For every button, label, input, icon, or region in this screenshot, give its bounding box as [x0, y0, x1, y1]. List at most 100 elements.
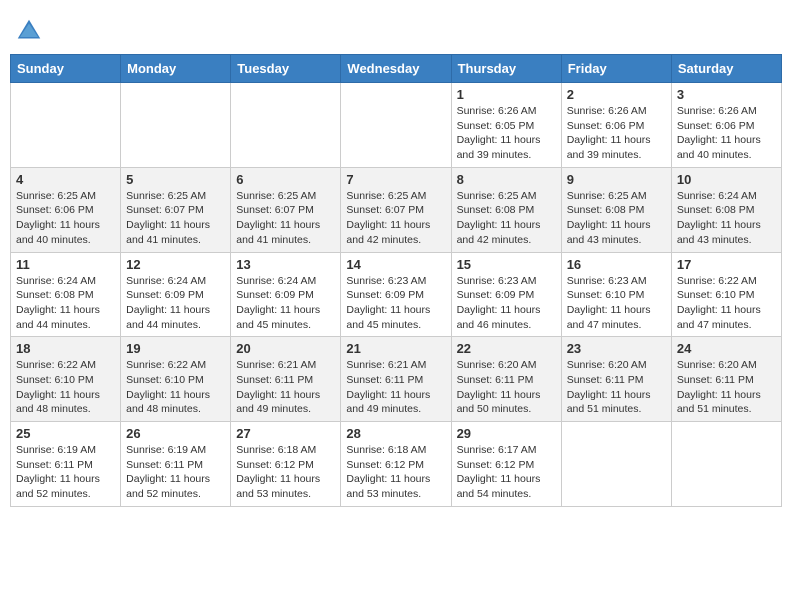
weekday-header-thursday: Thursday — [451, 55, 561, 83]
calendar-cell: 3 Sunrise: 6:26 AM Sunset: 6:06 PM Daylig… — [671, 83, 781, 168]
day-number: 11 — [16, 257, 115, 272]
weekday-header-friday: Friday — [561, 55, 671, 83]
calendar-cell — [671, 422, 781, 507]
day-number: 1 — [457, 87, 556, 102]
day-info: Sunrise: 6:18 AM Sunset: 6:12 PM Dayligh… — [346, 443, 445, 502]
weekday-header-row: SundayMondayTuesdayWednesdayThursdayFrid… — [11, 55, 782, 83]
day-info: Sunrise: 6:25 AM Sunset: 6:08 PM Dayligh… — [567, 189, 666, 248]
calendar-cell: 7 Sunrise: 6:25 AM Sunset: 6:07 PM Daylig… — [341, 167, 451, 252]
day-info: Sunrise: 6:22 AM Sunset: 6:10 PM Dayligh… — [16, 358, 115, 417]
calendar-cell: 27Sunrise: 6:18 AM Sunset: 6:12 PM Dayli… — [231, 422, 341, 507]
day-number: 14 — [346, 257, 445, 272]
weekday-header-tuesday: Tuesday — [231, 55, 341, 83]
calendar-cell: 5 Sunrise: 6:25 AM Sunset: 6:07 PM Daylig… — [121, 167, 231, 252]
day-info: Sunrise: 6:25 AM Sunset: 6:06 PM Dayligh… — [16, 189, 115, 248]
day-number: 12 — [126, 257, 225, 272]
calendar-cell: 25 Sunrise: 6:19 AM Sunset: 6:11 PM Dayli… — [11, 422, 121, 507]
day-number: 29 — [457, 426, 556, 441]
day-info: Sunrise: 6:19 AM Sunset: 6:11 PM Dayligh… — [16, 443, 115, 502]
day-number: 17 — [677, 257, 776, 272]
day-number: 2 — [567, 87, 666, 102]
calendar-cell: 14 Sunrise: 6:23 AM Sunset: 6:09 PM Dayli… — [341, 252, 451, 337]
logo — [14, 10, 48, 46]
calendar-cell: 21 Sunrise: 6:21 AM Sunset: 6:11 PM Dayli… — [341, 337, 451, 422]
calendar-cell: 13Sunrise: 6:24 AM Sunset: 6:09 PM Dayli… — [231, 252, 341, 337]
week-row-1: 1 Sunrise: 6:26 AM Sunset: 6:05 PM Daylig… — [11, 83, 782, 168]
day-info: Sunrise: 6:22 AM Sunset: 6:10 PM Dayligh… — [126, 358, 225, 417]
calendar-cell: 15 Sunrise: 6:23 AM Sunset: 6:09 PM Dayli… — [451, 252, 561, 337]
day-info: Sunrise: 6:23 AM Sunset: 6:10 PM Dayligh… — [567, 274, 666, 333]
calendar-cell: 17 Sunrise: 6:22 AM Sunset: 6:10 PM Dayli… — [671, 252, 781, 337]
calendar-cell: 1 Sunrise: 6:26 AM Sunset: 6:05 PM Daylig… — [451, 83, 561, 168]
day-info: Sunrise: 6:26 AM Sunset: 6:06 PM Dayligh… — [567, 104, 666, 163]
weekday-header-wednesday: Wednesday — [341, 55, 451, 83]
weekday-header-sunday: Sunday — [11, 55, 121, 83]
day-number: 7 — [346, 172, 445, 187]
day-info: Sunrise: 6:20 AM Sunset: 6:11 PM Dayligh… — [677, 358, 776, 417]
day-info: Sunrise: 6:24 AM Sunset: 6:08 PM Dayligh… — [677, 189, 776, 248]
page-header — [10, 10, 782, 46]
day-info: Sunrise: 6:23 AM Sunset: 6:09 PM Dayligh… — [457, 274, 556, 333]
calendar-cell — [341, 83, 451, 168]
day-info: Sunrise: 6:23 AM Sunset: 6:09 PM Dayligh… — [346, 274, 445, 333]
day-number: 6 — [236, 172, 335, 187]
day-info: Sunrise: 6:26 AM Sunset: 6:05 PM Dayligh… — [457, 104, 556, 163]
day-info: Sunrise: 6:20 AM Sunset: 6:11 PM Dayligh… — [567, 358, 666, 417]
calendar-cell: 4 Sunrise: 6:25 AM Sunset: 6:06 PM Daylig… — [11, 167, 121, 252]
day-info: Sunrise: 6:25 AM Sunset: 6:07 PM Dayligh… — [126, 189, 225, 248]
day-number: 3 — [677, 87, 776, 102]
day-info: Sunrise: 6:24 AM Sunset: 6:08 PM Dayligh… — [16, 274, 115, 333]
day-number: 16 — [567, 257, 666, 272]
calendar-cell — [561, 422, 671, 507]
calendar-cell: 23 Sunrise: 6:20 AM Sunset: 6:11 PM Dayli… — [561, 337, 671, 422]
day-info: Sunrise: 6:22 AM Sunset: 6:10 PM Dayligh… — [677, 274, 776, 333]
calendar-cell: 9 Sunrise: 6:25 AM Sunset: 6:08 PM Daylig… — [561, 167, 671, 252]
calendar-cell — [11, 83, 121, 168]
logo-icon — [14, 16, 44, 46]
day-number: 18 — [16, 341, 115, 356]
day-info: Sunrise: 6:18 AM Sunset: 6:12 PM Dayligh… — [236, 443, 335, 502]
day-number: 26 — [126, 426, 225, 441]
day-info: Sunrise: 6:17 AM Sunset: 6:12 PM Dayligh… — [457, 443, 556, 502]
calendar-cell: 29 Sunrise: 6:17 AM Sunset: 6:12 PM Dayli… — [451, 422, 561, 507]
day-number: 22 — [457, 341, 556, 356]
calendar-cell — [231, 83, 341, 168]
day-info: Sunrise: 6:25 AM Sunset: 6:07 PM Dayligh… — [236, 189, 335, 248]
day-number: 10 — [677, 172, 776, 187]
calendar-cell: 26 Sunrise: 6:19 AM Sunset: 6:11 PM Dayli… — [121, 422, 231, 507]
calendar-cell — [121, 83, 231, 168]
day-number: 25 — [16, 426, 115, 441]
week-row-2: 4 Sunrise: 6:25 AM Sunset: 6:06 PM Daylig… — [11, 167, 782, 252]
day-number: 20 — [236, 341, 335, 356]
calendar-cell: 19 Sunrise: 6:22 AM Sunset: 6:10 PM Dayli… — [121, 337, 231, 422]
calendar-cell: 10 Sunrise: 6:24 AM Sunset: 6:08 PM Dayli… — [671, 167, 781, 252]
calendar-cell: 16 Sunrise: 6:23 AM Sunset: 6:10 PM Dayli… — [561, 252, 671, 337]
day-number: 4 — [16, 172, 115, 187]
day-info: Sunrise: 6:25 AM Sunset: 6:07 PM Dayligh… — [346, 189, 445, 248]
day-number: 13 — [236, 257, 335, 272]
calendar-cell: 12 Sunrise: 6:24 AM Sunset: 6:09 PM Dayli… — [121, 252, 231, 337]
day-number: 9 — [567, 172, 666, 187]
day-number: 8 — [457, 172, 556, 187]
day-number: 28 — [346, 426, 445, 441]
day-number: 15 — [457, 257, 556, 272]
calendar-cell: 20 Sunrise: 6:21 AM Sunset: 6:11 PM Dayli… — [231, 337, 341, 422]
day-number: 21 — [346, 341, 445, 356]
day-number: 24 — [677, 341, 776, 356]
day-number: 5 — [126, 172, 225, 187]
calendar-cell: 11 Sunrise: 6:24 AM Sunset: 6:08 PM Dayli… — [11, 252, 121, 337]
day-info: Sunrise: 6:21 AM Sunset: 6:11 PM Dayligh… — [346, 358, 445, 417]
week-row-3: 11 Sunrise: 6:24 AM Sunset: 6:08 PM Dayli… — [11, 252, 782, 337]
calendar-table: SundayMondayTuesdayWednesdayThursdayFrid… — [10, 54, 782, 507]
day-info: Sunrise: 6:26 AM Sunset: 6:06 PM Dayligh… — [677, 104, 776, 163]
day-number: 19 — [126, 341, 225, 356]
calendar-cell: 8 Sunrise: 6:25 AM Sunset: 6:08 PM Daylig… — [451, 167, 561, 252]
day-number: 23 — [567, 341, 666, 356]
day-info: Sunrise: 6:21 AM Sunset: 6:11 PM Dayligh… — [236, 358, 335, 417]
day-info: Sunrise: 6:24 AM Sunset: 6:09 PM Dayligh… — [126, 274, 225, 333]
calendar-cell: 28 Sunrise: 6:18 AM Sunset: 6:12 PM Dayli… — [341, 422, 451, 507]
day-info: Sunrise: 6:19 AM Sunset: 6:11 PM Dayligh… — [126, 443, 225, 502]
day-info: Sunrise: 6:25 AM Sunset: 6:08 PM Dayligh… — [457, 189, 556, 248]
week-row-5: 25 Sunrise: 6:19 AM Sunset: 6:11 PM Dayli… — [11, 422, 782, 507]
calendar-cell: 6 Sunrise: 6:25 AM Sunset: 6:07 PM Daylig… — [231, 167, 341, 252]
